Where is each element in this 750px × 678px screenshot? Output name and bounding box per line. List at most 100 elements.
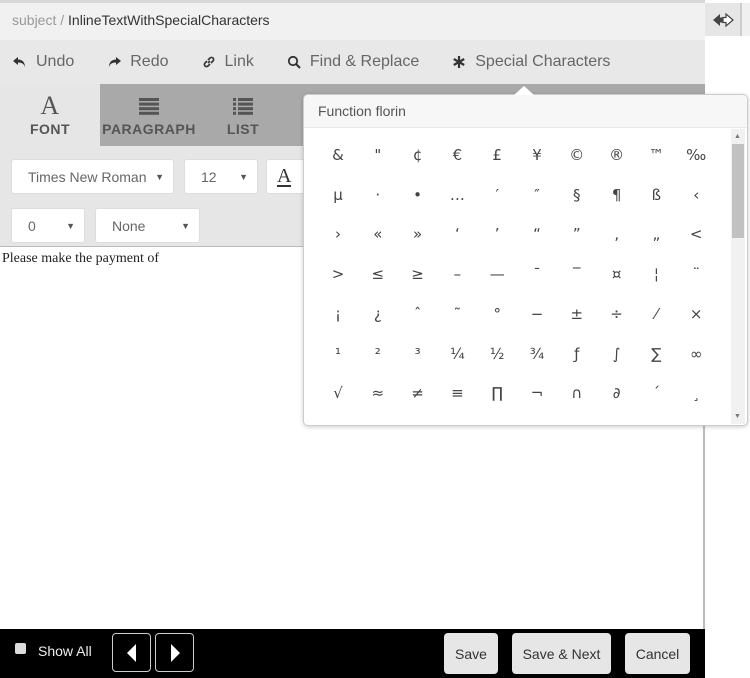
chevron-down-icon: ▼ [239,172,248,182]
scroll-up-icon[interactable]: ▲ [734,133,741,140]
special-char-cell[interactable]: € [437,135,477,175]
special-char-cell[interactable]: √ [318,373,358,413]
special-char-cell[interactable]: › [318,214,358,254]
special-char-cell[interactable]: ´ [636,373,676,413]
special-char-cell[interactable]: ¡ [318,294,358,334]
font-family-select[interactable]: Times New Roman ▼ [11,159,174,194]
toggle-panel-button[interactable] [705,3,742,36]
special-char-cell[interactable]: & [318,135,358,175]
footer-bar: Show All Save Save & Next Cancel [0,629,705,678]
special-char-cell[interactable]: < [676,214,716,254]
special-char-cell[interactable]: ¹ [318,334,358,374]
save-button[interactable]: Save [444,633,498,674]
special-char-cell[interactable]: ¦ [636,254,676,294]
special-char-cell[interactable]: ¸ [676,373,716,413]
special-char-cell[interactable]: © [557,135,597,175]
special-char-cell[interactable]: ∑ [636,334,676,374]
special-char-cell[interactable]: ¶ [597,175,637,215]
redo-button[interactable]: Redo [106,53,169,71]
special-char-cell[interactable]: ∩ [557,373,597,413]
special-char-cell[interactable]: ′ [477,175,517,215]
spacing-select[interactable]: 0 ▼ [11,208,85,243]
special-char-cell[interactable]: ƒ [557,334,597,374]
editor-app: subject / InlineTextWithSpecialCharacter… [0,0,750,678]
special-char-cell[interactable]: ˜ [437,294,477,334]
special-char-cell[interactable]: ∏ [477,373,517,413]
link-button[interactable]: Link [201,53,254,71]
special-char-cell[interactable]: ‰ [676,135,716,175]
tab-font[interactable]: A FONT [0,84,100,146]
find-replace-label: Find & Replace [309,53,420,70]
special-char-cell[interactable]: ⁄ [636,294,676,334]
special-char-cell[interactable]: ≥ [398,254,438,294]
special-char-cell[interactable]: » [398,214,438,254]
special-char-cell[interactable]: ½ [477,334,517,374]
special-char-cell[interactable]: ¤ [597,254,637,294]
scrollbar-thumb[interactable] [732,144,744,238]
show-all-label[interactable]: Show All [38,643,92,659]
special-char-cell[interactable]: − [517,294,557,334]
undo-button[interactable]: Undo [12,53,74,71]
special-char-cell[interactable]: « [358,214,398,254]
popup-scrollbar[interactable]: ▲ ▼ [731,129,745,424]
special-char-cell[interactable]: ™ [636,135,676,175]
special-char-cell[interactable]: „ [636,214,676,254]
special-char-cell[interactable]: – [437,254,477,294]
tab-list[interactable]: LIST [198,84,288,146]
next-button[interactable] [155,633,194,672]
special-char-cell[interactable]: ® [597,135,637,175]
special-char-cell[interactable]: · [358,175,398,215]
special-char-cell[interactable]: ≠ [398,373,438,413]
special-char-cell[interactable]: ÷ [597,294,637,334]
special-char-cell[interactable]: ³ [398,334,438,374]
special-char-cell[interactable]: ” [557,214,597,254]
special-char-cell[interactable]: ¬ [517,373,557,413]
breadcrumb-parent[interactable]: subject / [12,12,64,28]
special-char-cell[interactable]: ± [557,294,597,334]
special-char-cell[interactable]: • [398,175,438,215]
special-char-cell[interactable]: µ [318,175,358,215]
special-char-cell[interactable]: — [477,254,517,294]
special-char-cell[interactable]: ’ [477,214,517,254]
special-char-cell[interactable]: ¿ [358,294,398,334]
find-replace-button[interactable]: Find & Replace [286,53,419,71]
special-char-cell[interactable]: ≡ [437,373,477,413]
font-size-select[interactable]: 12 ▼ [184,159,258,194]
special-char-cell[interactable]: ≤ [358,254,398,294]
special-char-cell[interactable]: ‹ [676,175,716,215]
font-size-value: 12 [201,168,217,185]
special-char-cell[interactable]: ≈ [358,373,398,413]
special-char-cell[interactable]: £ [477,135,517,175]
special-char-cell[interactable]: ∂ [597,373,637,413]
special-char-cell[interactable]: ¼ [437,334,477,374]
special-char-cell[interactable]: ∫ [597,334,637,374]
special-char-cell[interactable]: § [557,175,597,215]
show-all-checkbox[interactable] [15,643,26,654]
scroll-down-icon[interactable]: ▼ [734,413,741,420]
special-char-cell[interactable]: ¾ [517,334,557,374]
special-characters-button[interactable]: Special Characters [451,53,610,71]
cancel-button[interactable]: Cancel [625,633,690,674]
special-char-cell[interactable]: ¯ [517,254,557,294]
save-next-button[interactable]: Save & Next [512,633,611,674]
special-char-cell[interactable]: ° [477,294,517,334]
special-char-cell[interactable]: … [437,175,477,215]
special-char-cell[interactable]: ² [358,334,398,374]
special-char-cell[interactable]: ″ [517,175,557,215]
special-char-cell[interactable]: ∞ [676,334,716,374]
special-char-cell[interactable]: ß [636,175,676,215]
special-char-cell[interactable]: “ [517,214,557,254]
special-char-cell[interactable]: > [318,254,358,294]
special-char-cell[interactable]: ¢ [398,135,438,175]
special-char-cell[interactable]: ¥ [517,135,557,175]
special-char-cell[interactable]: ¨ [676,254,716,294]
special-char-cell[interactable]: ‚ [597,214,637,254]
special-char-cell[interactable]: × [676,294,716,334]
tab-paragraph[interactable]: PARAGRAPH [100,84,198,146]
special-char-cell[interactable]: " [358,135,398,175]
decoration-select[interactable]: None ▼ [95,208,200,243]
special-char-cell[interactable]: ‾ [557,254,597,294]
previous-button[interactable] [112,633,151,672]
special-char-cell[interactable]: ˆ [398,294,438,334]
special-char-cell[interactable]: ‘ [437,214,477,254]
